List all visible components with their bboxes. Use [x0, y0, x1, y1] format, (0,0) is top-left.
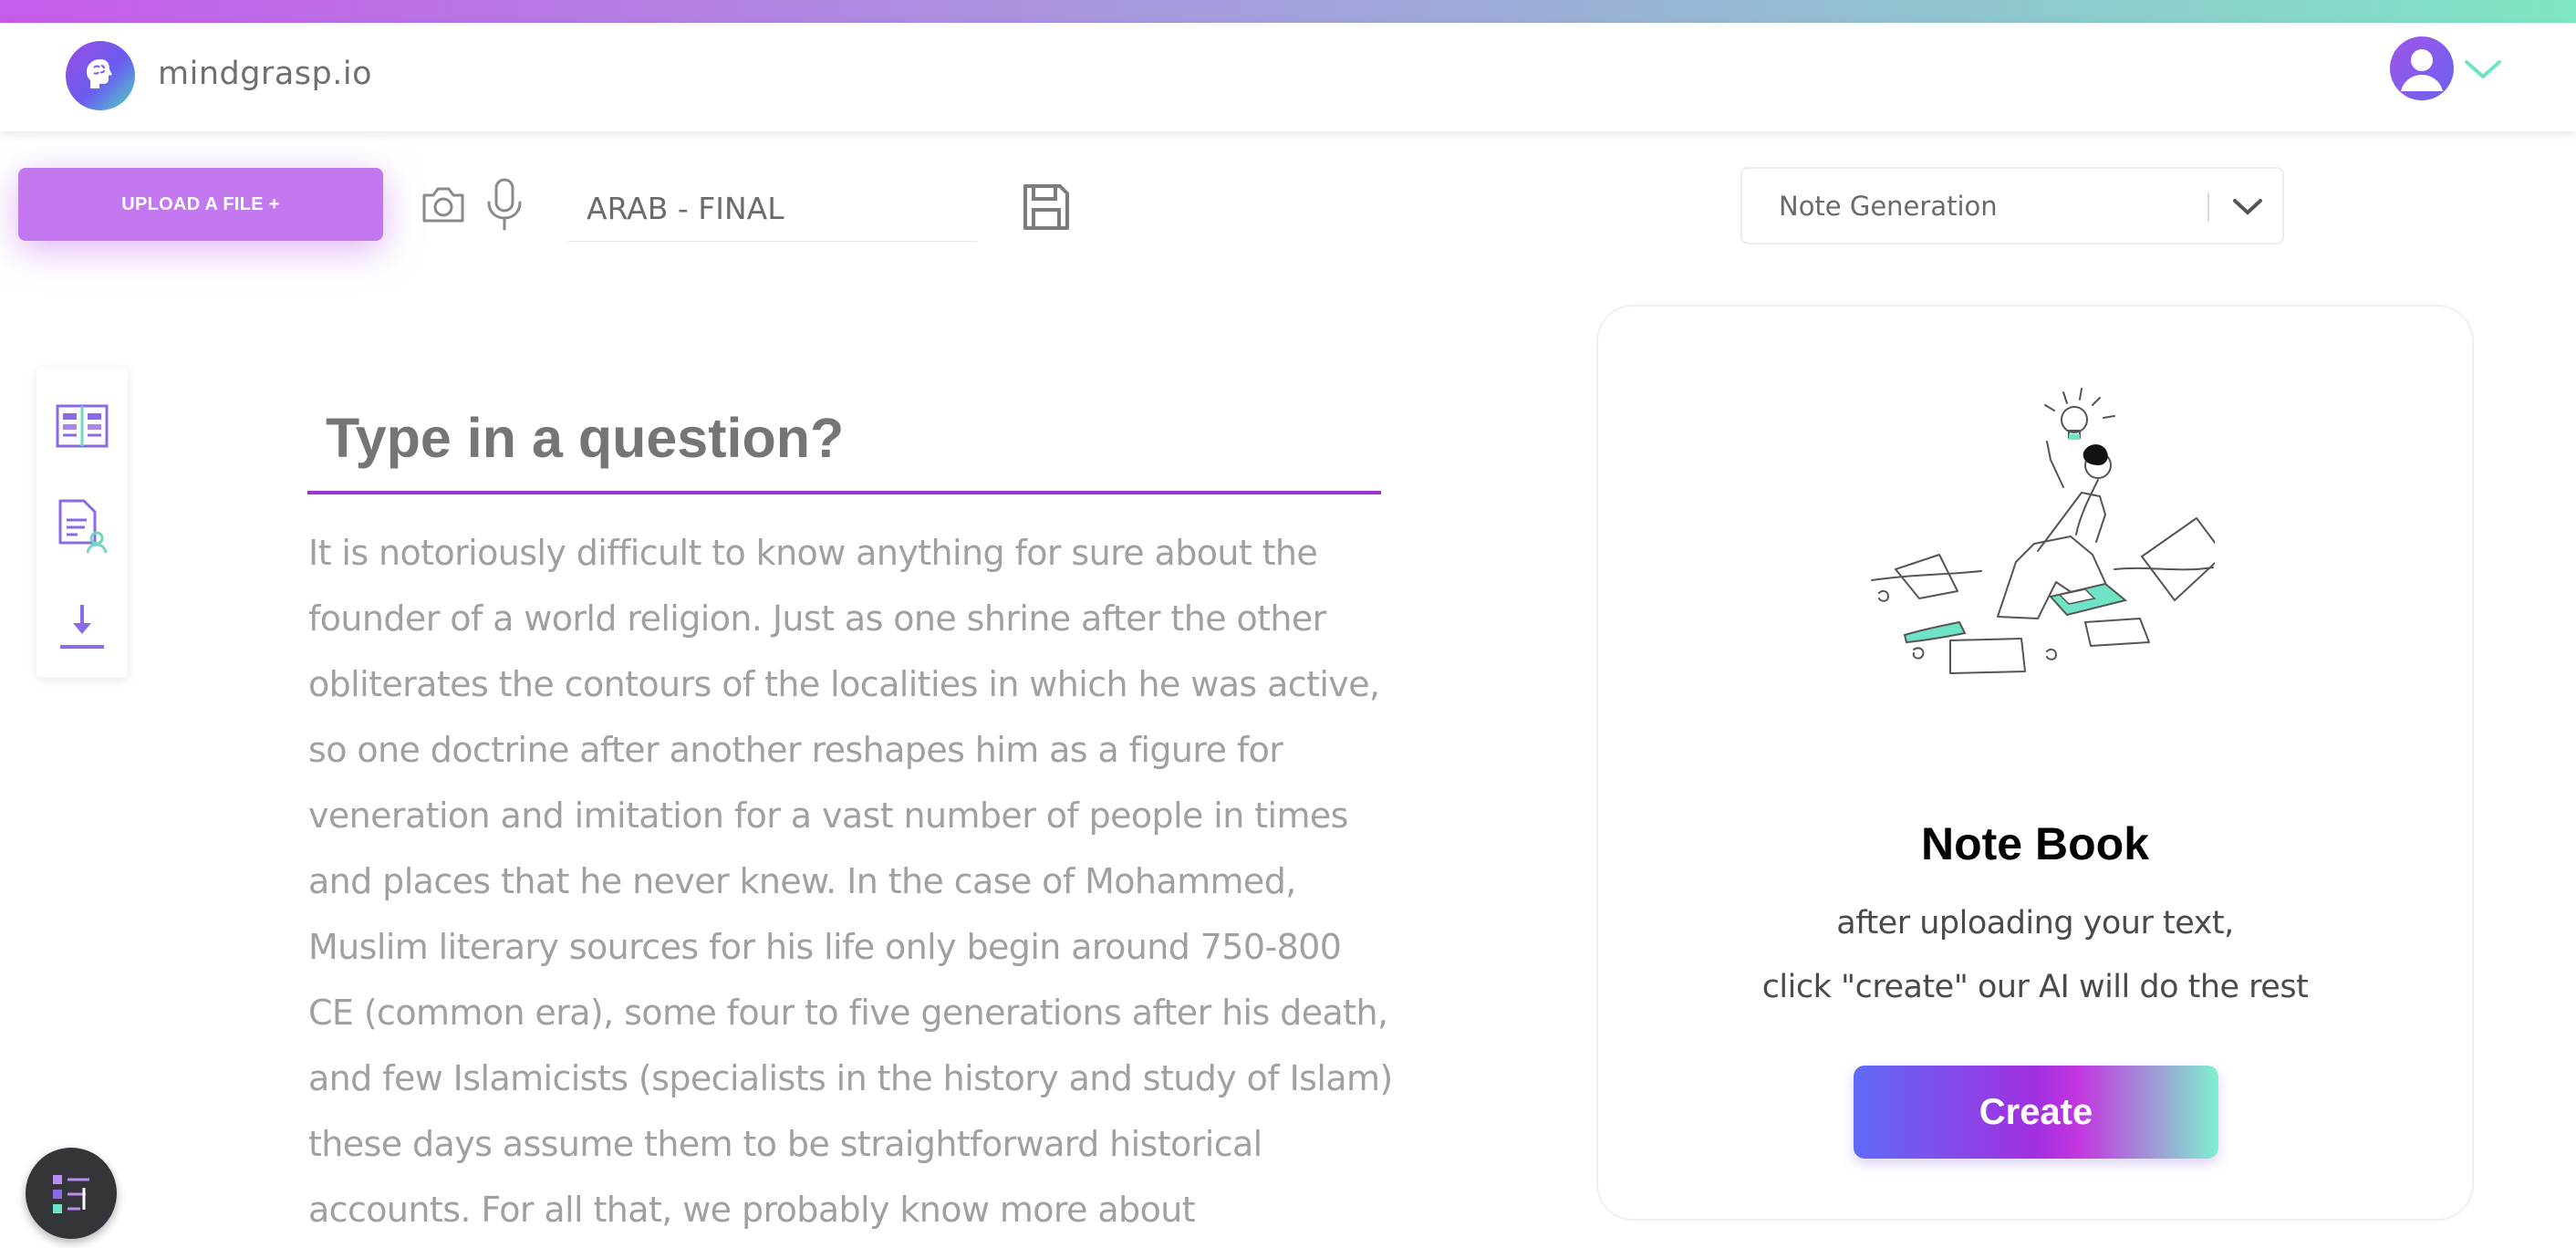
card-description-line-1: after uploading your text,: [1836, 905, 2234, 941]
notebook-card: Note Book after uploading your text, cli…: [1596, 305, 2474, 1221]
book-icon[interactable]: [55, 402, 109, 456]
question-placeholder: Type in a question?: [326, 407, 845, 469]
passage-text: It is notoriously difficult to know anyt…: [308, 533, 1393, 1230]
card-description-line-2: click "create" our AI will do the rest: [1761, 969, 2309, 1005]
user-avatar-icon[interactable]: [2390, 36, 2454, 100]
chevron-down-icon[interactable]: [2231, 196, 2264, 223]
brain-icon[interactable]: [66, 41, 135, 110]
person-studying-illustration: [1868, 378, 2225, 711]
chevron-down-icon[interactable]: [2463, 57, 2503, 86]
header: mindgrasp.io: [0, 23, 2576, 131]
save-icon[interactable]: [1022, 182, 1071, 236]
top-gradient-bar: [0, 0, 2576, 23]
create-button[interactable]: Create: [1854, 1066, 2218, 1159]
camera-icon[interactable]: [420, 181, 467, 233]
select-separator: [2207, 192, 2209, 222]
tasks-fab-button[interactable]: [26, 1148, 117, 1239]
filename-input[interactable]: ARAB - FINAL: [568, 176, 977, 242]
document-user-icon[interactable]: [55, 498, 109, 559]
upload-file-button[interactable]: UPLOAD A FILE +: [18, 168, 383, 241]
tasks-icon: [53, 1175, 89, 1213]
question-input[interactable]: Type in a question?: [307, 388, 1381, 494]
brand-name[interactable]: mindgrasp.io: [158, 56, 372, 92]
mode-select[interactable]: Note Generation: [1740, 167, 2284, 244]
download-icon[interactable]: [55, 601, 109, 655]
side-toolbar: [36, 368, 128, 678]
microphone-icon[interactable]: [483, 177, 525, 236]
mode-select-value: Note Generation: [1779, 191, 1998, 222]
card-title: Note Book: [1921, 818, 2149, 869]
